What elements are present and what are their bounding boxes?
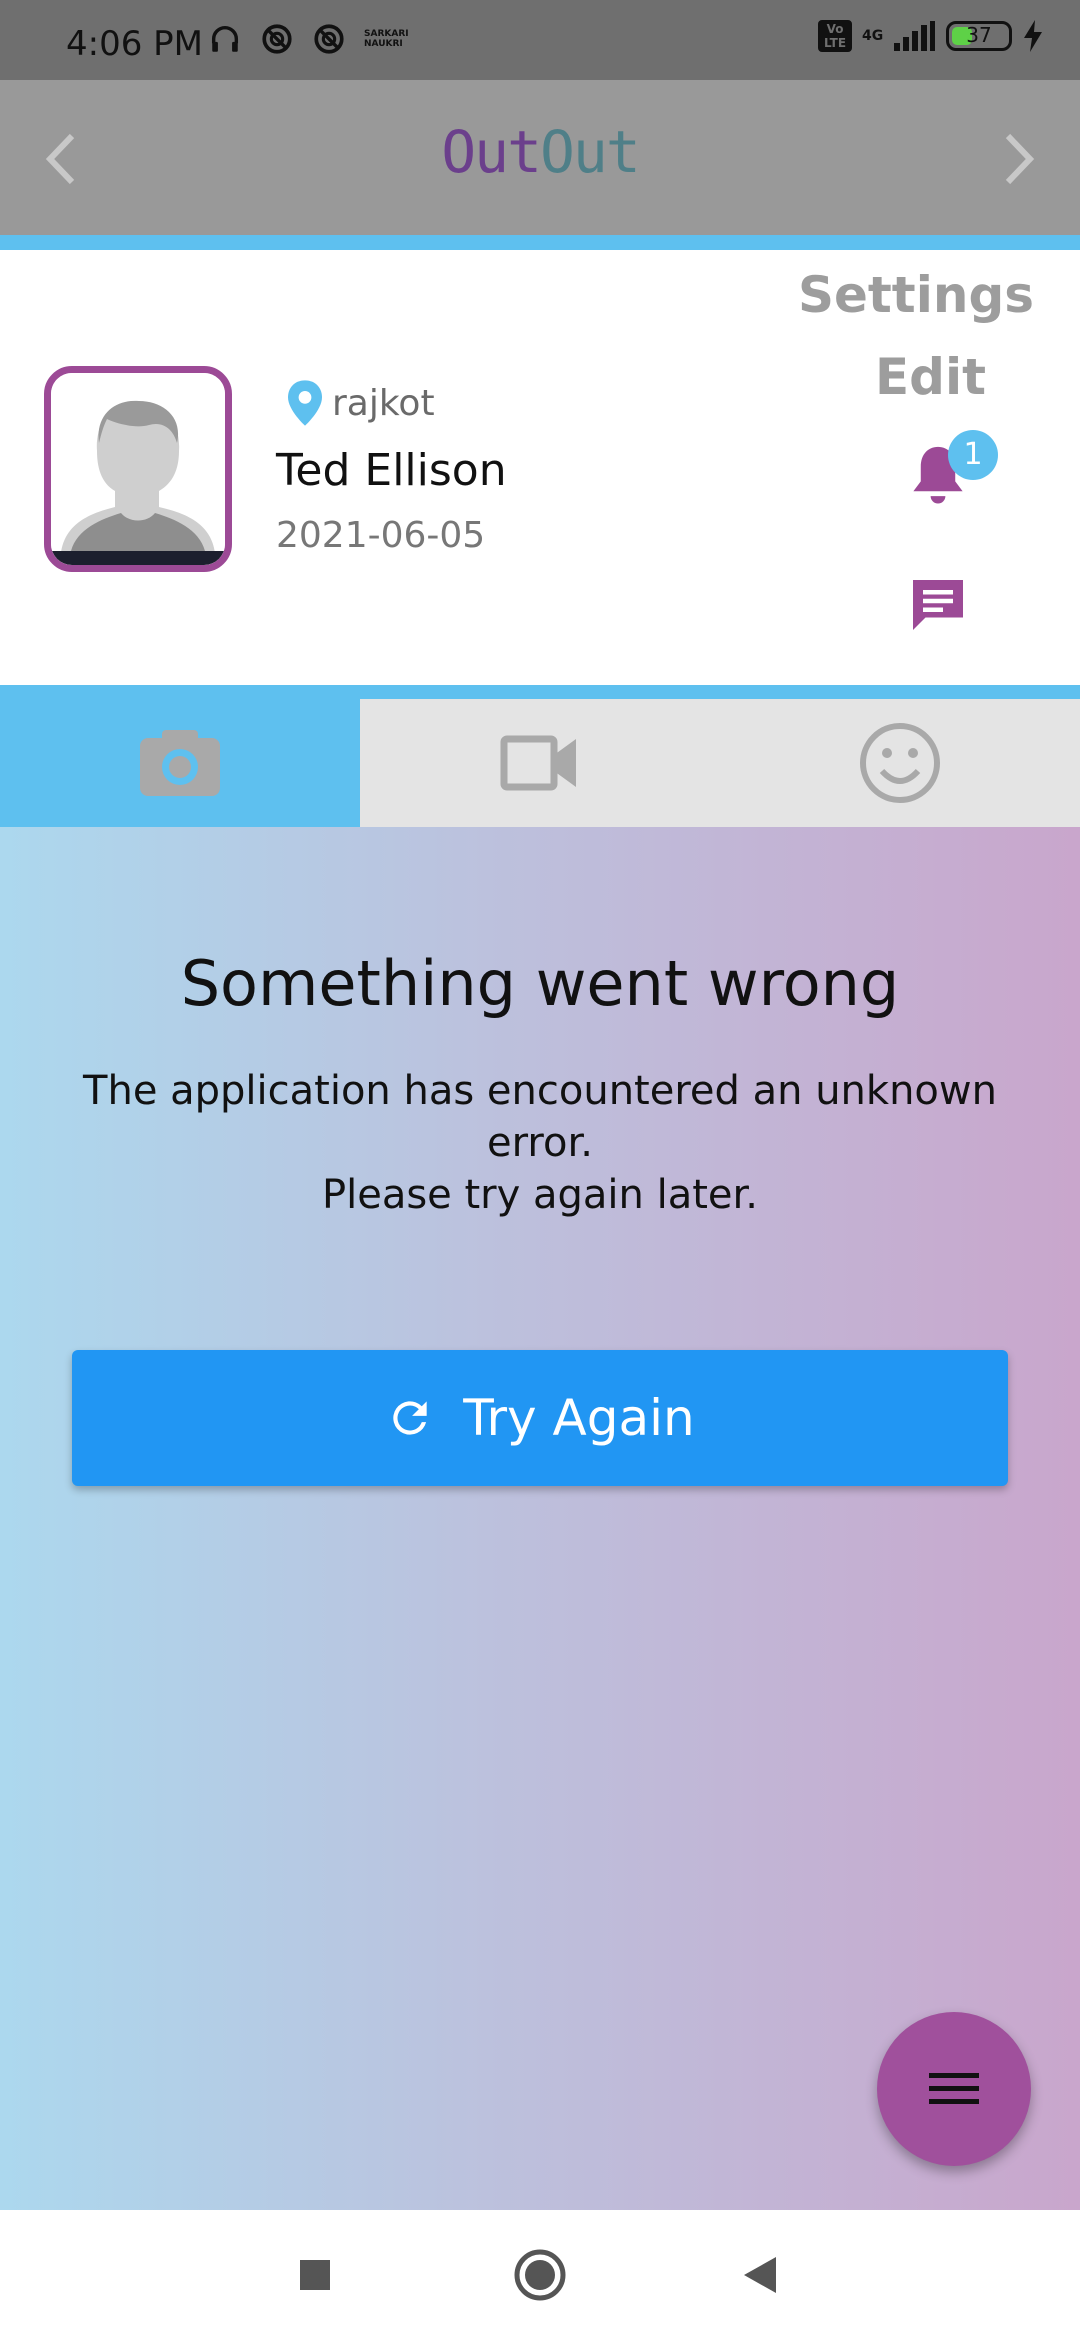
headset-icon — [211, 26, 239, 52]
try-again-label: Try Again — [463, 1389, 695, 1447]
tab-photos[interactable] — [0, 699, 360, 827]
avatar[interactable] — [44, 366, 232, 572]
profile-date: 2021-06-05 — [276, 515, 486, 556]
location-pin-icon — [288, 380, 322, 426]
blocked-icon — [262, 24, 292, 54]
chevron-right-icon[interactable] — [992, 130, 1042, 188]
back-triangle-icon — [744, 2257, 776, 2293]
video-icon — [500, 735, 576, 791]
content-area: Something went wrong The application has… — [0, 827, 1080, 2210]
try-again-button[interactable]: Try Again — [72, 1350, 1008, 1486]
app-bar: OutOut — [0, 80, 1080, 235]
media-tabs — [0, 699, 1080, 827]
app-bar-divider — [0, 235, 1080, 250]
battery-percent: 37 — [966, 23, 992, 47]
home-button[interactable] — [480, 2210, 600, 2340]
tab-videos[interactable] — [360, 699, 720, 827]
status-bar: 4:06 PM SARKARI NAUKRI Vo LTE 4G 37 — [0, 0, 1080, 80]
location: rajkot — [288, 380, 435, 426]
home-circle-icon — [514, 2249, 566, 2301]
profile-name: Ted Ellison — [276, 445, 507, 496]
edit-link[interactable]: Edit — [875, 348, 986, 406]
profile-header: rajkot Ted Ellison 2021-06-05 Settings E… — [0, 250, 1080, 685]
error-message-line1: The application has encountered an unkno… — [83, 1068, 997, 1166]
system-nav-bar — [0, 2210, 1080, 2340]
signal-icon — [894, 21, 935, 51]
blocked-icon — [314, 24, 344, 54]
network-type: 4G — [862, 28, 884, 44]
default-avatar-icon — [51, 373, 225, 565]
app-logo: OutOut — [441, 118, 641, 186]
tab-moods[interactable] — [720, 699, 1080, 827]
error-title: Something went wrong — [180, 947, 900, 1020]
recents-button[interactable] — [255, 2210, 375, 2340]
error-message-line2: Please try again later. — [321, 1172, 759, 1218]
smiley-icon — [860, 723, 940, 803]
volte-icon: Vo LTE — [818, 20, 852, 52]
tab-strip — [0, 685, 1080, 699]
square-icon — [300, 2260, 330, 2290]
status-icons-left: SARKARI NAUKRI — [208, 22, 409, 56]
menu-fab[interactable] — [877, 2012, 1031, 2166]
location-text: rajkot — [332, 382, 435, 424]
charging-icon — [1024, 20, 1042, 52]
back-button[interactable] — [700, 2210, 820, 2340]
settings-link[interactable]: Settings — [798, 266, 1034, 324]
battery-icon: 37 — [946, 21, 1012, 51]
notification-badge: 1 — [948, 430, 998, 480]
refresh-icon — [393, 1401, 427, 1435]
menu-icon — [929, 2073, 979, 2104]
sarkari-naukri-icon: SARKARI NAUKRI — [364, 29, 409, 49]
error-message: The application has encountered an unkno… — [60, 1065, 1020, 1221]
camera-icon — [140, 730, 220, 796]
status-icons-right: Vo LTE 4G 37 — [818, 20, 1044, 52]
chat-icon[interactable] — [908, 575, 968, 635]
status-time: 4:06 PM — [66, 24, 203, 64]
